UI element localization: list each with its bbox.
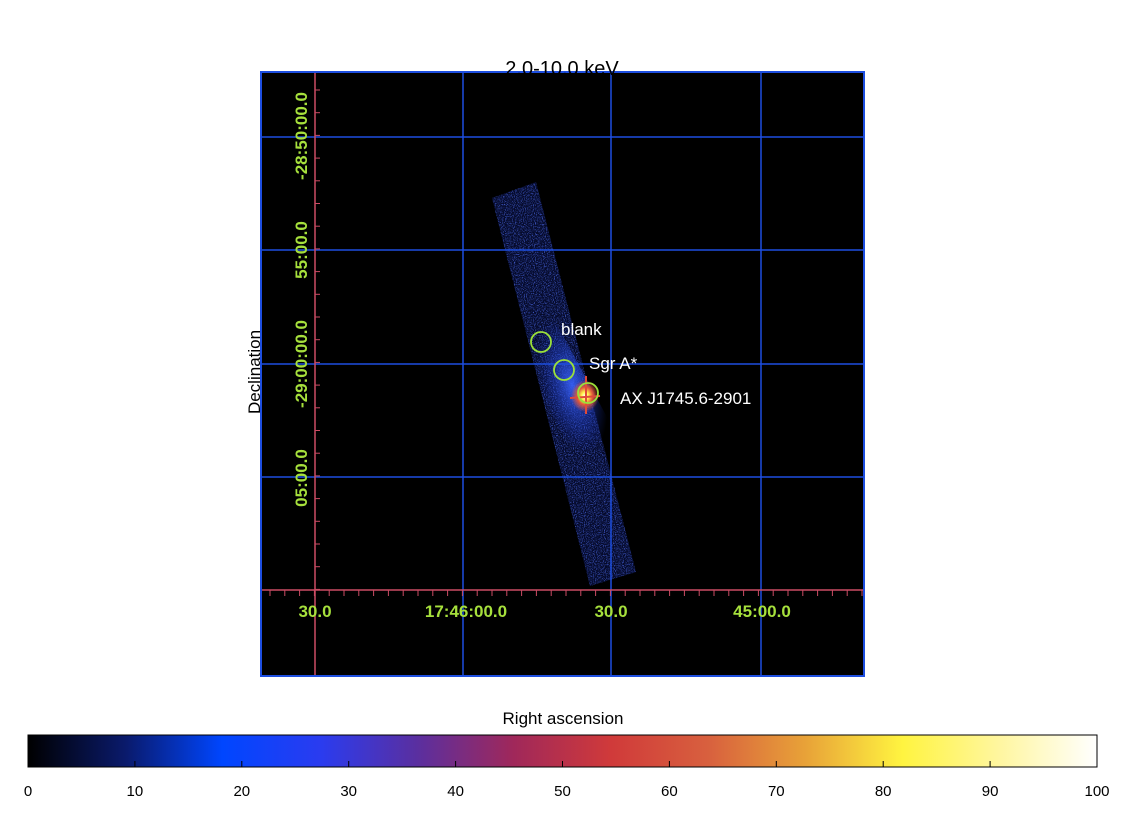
y-tick-label: 55:00.0: [292, 221, 311, 279]
y-tick-label: -29:00:00.0: [292, 320, 311, 408]
colorbar: 0 10 20 30 40 50 60 70 80 90 100: [24, 734, 1110, 800]
source-label-axj: AX J1745.6-2901: [620, 389, 751, 408]
colorbar-tick-label: 50: [554, 783, 571, 800]
source-label-blank: blank: [561, 320, 602, 339]
x-tick-label: 17:46:00.0: [425, 602, 507, 621]
x-tick-label: 30.0: [594, 602, 627, 621]
figure: blank Sgr A* AX J1745.6-2901 2.0-10.0 ke…: [24, 58, 1110, 800]
colorbar-tick-label: 80: [875, 783, 892, 800]
colorbar-tick-label: 90: [982, 783, 999, 800]
y-tick-label: -28:50:00.0: [292, 92, 311, 180]
colorbar-tick-label: 30: [340, 783, 357, 800]
y-axis-label: Declination: [245, 330, 264, 414]
colorbar-tick-label: 100: [1084, 783, 1109, 800]
colorbar-tick-label: 60: [661, 783, 678, 800]
colorbar-tick-label: 0: [24, 783, 32, 800]
x-tick-label: 30.0: [298, 602, 331, 621]
x-tick-label: 45:00.0: [733, 602, 791, 621]
y-tick-label: 05:00.0: [292, 449, 311, 507]
colorbar-tick-label: 70: [768, 783, 785, 800]
colorbar-tick-label: 10: [127, 783, 144, 800]
x-axis-label: Right ascension: [503, 709, 624, 728]
source-label-sgra: Sgr A*: [589, 354, 638, 373]
colorbar-tick-label: 20: [233, 783, 250, 800]
chart-title: 2.0-10.0 keV: [505, 58, 619, 80]
colorbar-tick-label: 40: [447, 783, 464, 800]
